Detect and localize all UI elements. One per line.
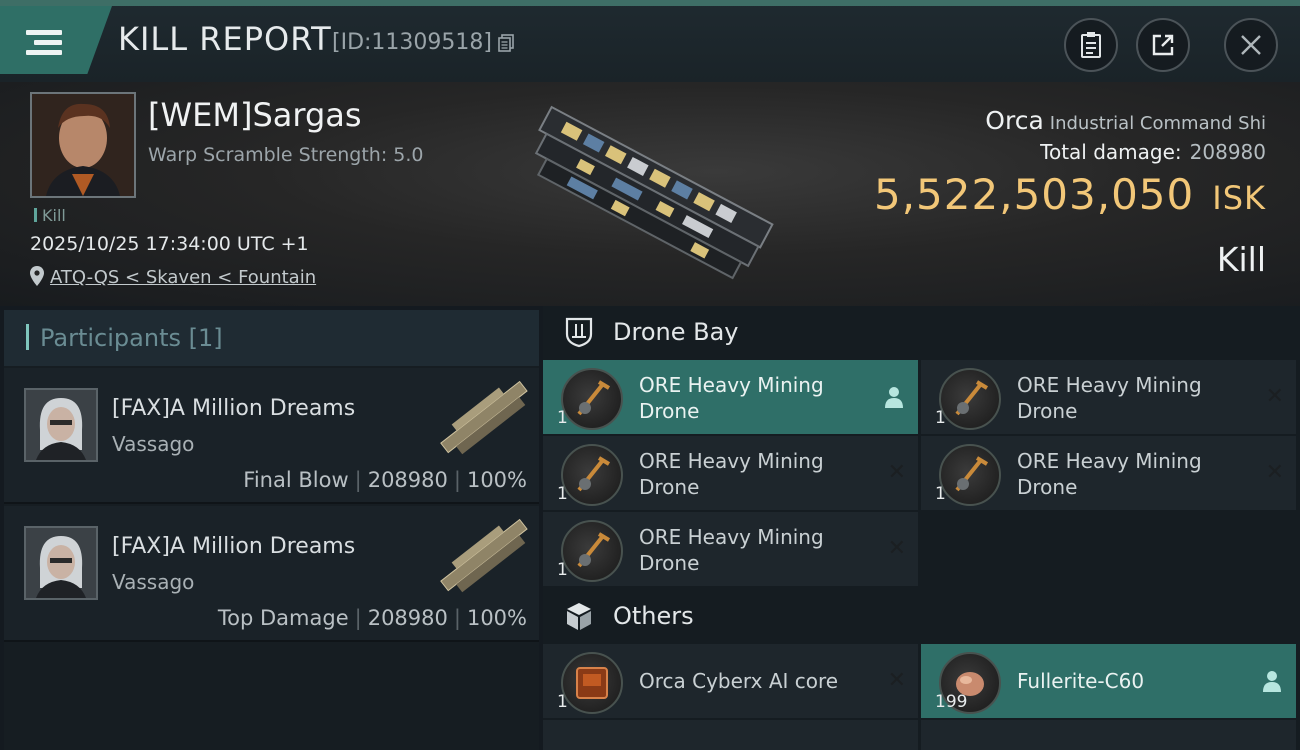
item-quantity: 199 — [935, 692, 968, 712]
participant-stats: Final Blow | 208980 | 100% — [243, 468, 527, 492]
header-bar: KILL REPORT [ID:11309518] — [0, 0, 1300, 82]
drone-icon — [561, 520, 623, 582]
ship-name: Orca — [985, 106, 1044, 135]
other-item[interactable] — [921, 720, 1296, 750]
others-title: Others — [613, 602, 694, 630]
item-quantity: 1 — [557, 484, 568, 504]
participant-ship: Vassago — [112, 432, 195, 456]
participant-percent: 100% — [466, 606, 527, 630]
item-quantity: 1 — [935, 408, 946, 428]
clipboard-icon — [1081, 32, 1101, 58]
participant-avatar — [24, 526, 98, 600]
copy-icon[interactable] — [498, 34, 514, 52]
drone-icon — [939, 368, 1001, 430]
clipboard-button[interactable] — [1064, 18, 1118, 72]
ship-image — [534, 105, 774, 280]
participant-ship-image — [440, 380, 528, 455]
other-item[interactable] — [543, 720, 918, 750]
participants-panel: Participants [1] [FAX]A Million Dreams V… — [4, 310, 539, 750]
participant-ship-image — [440, 518, 528, 593]
result-label: Kill — [1216, 240, 1266, 279]
total-damage: Total damage: 208980 — [1040, 140, 1266, 164]
participant-percent: 100% — [466, 468, 527, 492]
kill-id: [ID:11309518] — [332, 30, 492, 55]
participant-ship: Vassago — [112, 570, 195, 594]
x-icon: ✕ — [887, 668, 906, 693]
item-quantity: 1 — [557, 692, 568, 712]
item-name: ORE Heavy Mining Drone — [639, 373, 824, 423]
person-icon — [1263, 671, 1281, 692]
person-icon — [885, 387, 903, 408]
drone-item[interactable]: 1 ORE Heavy Mining Drone — [543, 360, 918, 434]
drone-icon — [939, 444, 1001, 506]
other-item[interactable]: 199 Fullerite-C60 — [921, 644, 1296, 718]
menu-button[interactable] — [0, 6, 112, 74]
item-name: ORE Heavy Mining Drone — [1017, 449, 1202, 499]
drone-bay-title: Drone Bay — [613, 318, 739, 346]
drone-item[interactable]: 1 ORE Heavy Mining Drone ✕ — [543, 436, 918, 510]
victim-portrait[interactable] — [30, 92, 136, 198]
item-name: Orca Cyberx AI core — [639, 669, 839, 693]
participant-stats: Top Damage | 208980 | 100% — [217, 606, 527, 630]
isk-amount: 5,522,503,050 — [873, 170, 1195, 219]
participant-row[interactable]: [FAX]A Million Dreams Vassago Final Blow… — [4, 368, 539, 504]
drone-icon — [561, 368, 623, 430]
kill-location[interactable]: ATQ-QS < Skaven < Fountain — [30, 266, 316, 288]
drone-bay-icon — [565, 317, 593, 348]
participant-role: Final Blow — [243, 468, 349, 492]
item-name: ORE Heavy Mining Drone — [1017, 373, 1202, 423]
items-panel: Drone Bay 1 ORE Heavy Mining Drone 1 ORE … — [543, 306, 1300, 750]
share-icon — [1152, 34, 1174, 56]
isk-value: 5,522,503,050 ISK — [874, 170, 1266, 219]
participant-role: Top Damage — [217, 606, 349, 630]
item-quantity: 1 — [557, 408, 568, 428]
menu-icon — [26, 30, 62, 56]
header-accent-line — [0, 0, 1300, 6]
x-icon: ✕ — [887, 460, 906, 485]
x-icon: ✕ — [1265, 460, 1284, 485]
kill-datetime: 2025/10/25 17:34:00 UTC +1 — [30, 233, 309, 255]
participant-name: [FAX]A Million Dreams — [112, 396, 356, 421]
location-link[interactable]: ATQ-QS < Skaven < Fountain — [50, 267, 316, 288]
close-button[interactable] — [1224, 18, 1278, 72]
location-pin-icon — [30, 266, 44, 286]
other-item[interactable]: 1 Orca Cyberx AI core ✕ — [543, 644, 918, 718]
item-quantity: 1 — [935, 484, 946, 504]
item-quantity: 1 — [557, 560, 568, 580]
item-name: ORE Heavy Mining Drone — [639, 525, 824, 575]
participant-damage: 208980 — [367, 468, 448, 492]
ship-class: Industrial Command Shi — [1049, 113, 1266, 134]
drone-item[interactable]: 1 ORE Heavy Mining Drone ✕ — [921, 436, 1296, 510]
participant-damage: 208980 — [367, 606, 448, 630]
participant-avatar — [24, 388, 98, 462]
total-damage-value: 208980 — [1189, 140, 1266, 164]
victim-ship: Orca Industrial Command Shi — [985, 106, 1266, 135]
participant-name: [FAX]A Million Dreams — [112, 534, 356, 559]
drone-item[interactable]: 1 ORE Heavy Mining Drone ✕ — [921, 360, 1296, 434]
victim-name: [WEM]Sargas — [148, 96, 362, 134]
kill-tag: Kill — [34, 206, 66, 225]
cube-icon — [567, 603, 591, 630]
total-damage-label: Total damage: — [1040, 140, 1182, 164]
item-name: ORE Heavy Mining Drone — [639, 449, 824, 499]
others-header: Others — [543, 590, 1300, 642]
participants-title: Participants [1] — [40, 324, 223, 352]
participant-row[interactable]: [FAX]A Million Dreams Vassago Top Damage… — [4, 506, 539, 642]
ai-core-icon — [561, 652, 623, 714]
share-button[interactable] — [1136, 18, 1190, 72]
drone-item[interactable]: 1 ORE Heavy Mining Drone ✕ — [543, 512, 918, 586]
drone-icon — [561, 444, 623, 506]
x-icon: ✕ — [1265, 384, 1284, 409]
page-title: KILL REPORT — [118, 20, 332, 58]
close-icon — [1241, 35, 1261, 55]
item-name: Fullerite-C60 — [1017, 669, 1145, 693]
x-icon: ✕ — [887, 536, 906, 561]
warp-scramble-strength: Warp Scramble Strength: 5.0 — [148, 144, 424, 166]
drone-bay-header: Drone Bay — [543, 306, 1300, 358]
isk-unit: ISK — [1212, 179, 1266, 217]
participants-header[interactable]: Participants [1] — [4, 310, 539, 366]
